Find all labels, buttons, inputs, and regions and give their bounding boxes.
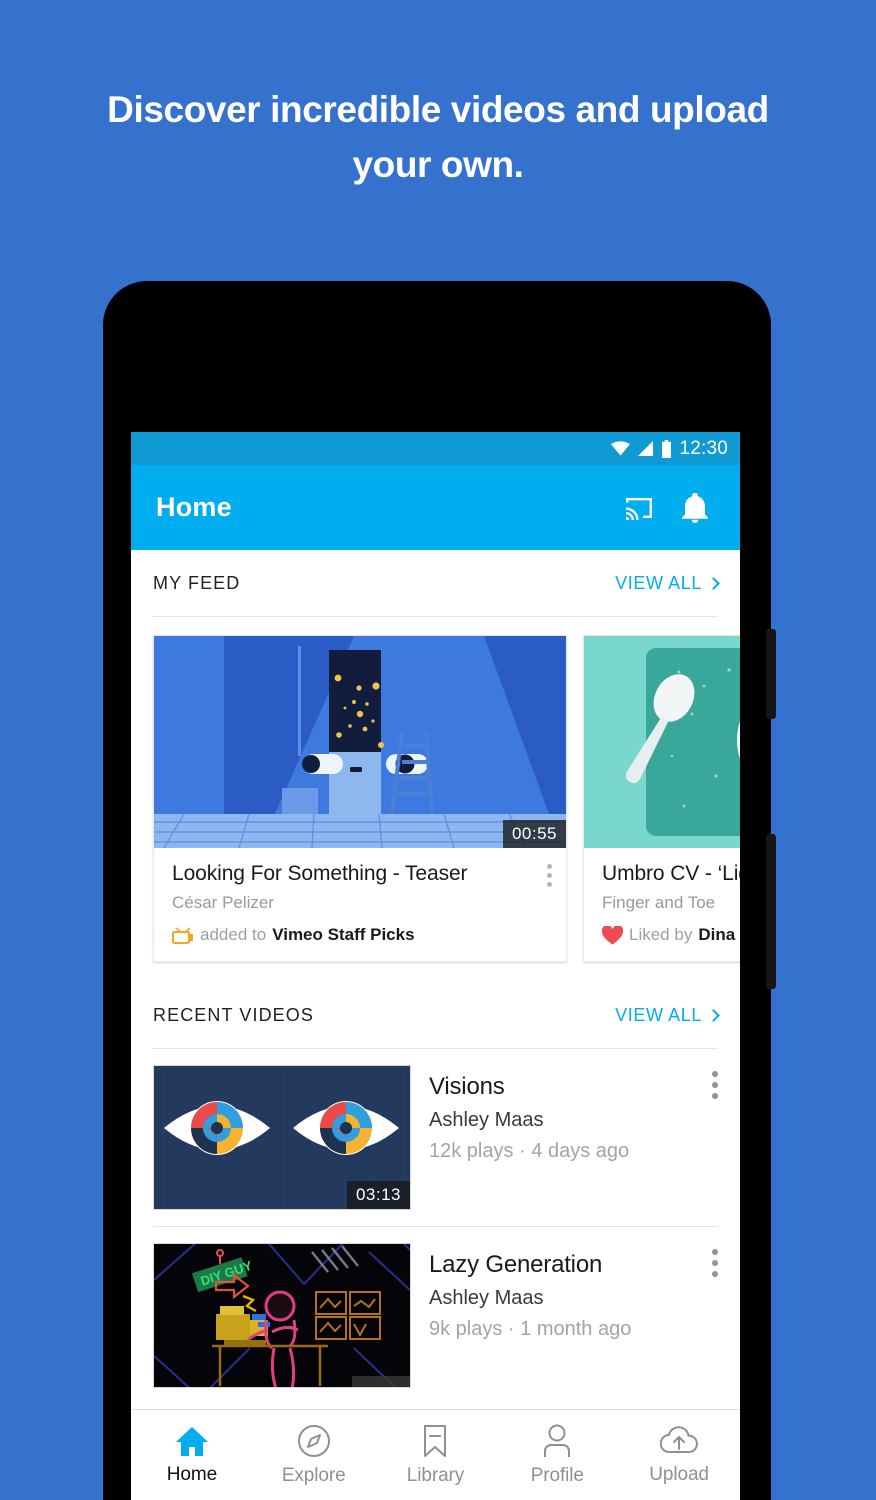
nav-label-home: Home [166,1463,218,1485]
view-all-recent-videos-button[interactable]: VIEW ALL [615,1004,720,1026]
status-bar-time: 12:30 [679,437,728,459]
nav-label-profile: Profile [530,1464,584,1486]
feed-card-meta: Looking For Something - Teaser César Pel… [154,848,566,961]
video-duration-badge: 03:13 [346,1181,410,1209]
video-thumbnail[interactable]: 00:55 [154,636,566,848]
phone-screen: 12:30 Home MY FEED VIEW ALL 00:55 Lookin… [131,432,740,1500]
phone-side-button-power [766,834,776,989]
phone-side-button-volume [766,629,776,719]
cast-icon[interactable] [616,485,662,531]
video-thumbnail[interactable] [584,636,740,848]
view-all-recent-videos-label: VIEW ALL [615,1004,702,1025]
nav-label-library: Library [406,1464,465,1486]
thumbnail-artwork-spoon-plate [584,636,740,848]
recent-video-row[interactable]: DIY GUY Lazy Generation Ashley Maas 9k p… [131,1227,740,1404]
battery-icon [662,439,672,458]
video-duration-badge: 00:55 [502,820,566,848]
section-header-recent-videos: RECENT VIDEOS VIEW ALL [131,982,740,1048]
bottom-navigation: Home Explore Library Profile Upload [131,1409,740,1500]
feed-card-author: Finger and Toe [602,893,716,912]
feed-card-meta: Umbro CV - ‘Lig Finger and Toe Liked by … [584,848,740,961]
app-bar-title: Home [156,492,232,522]
feed-card[interactable]: 00:55 Looking For Something - Teaser Cés… [153,635,567,962]
compass-icon [297,1424,330,1457]
recent-video-stats: 9k plays · 1 month ago [429,1318,632,1340]
feed-card-note-prefix: Liked by [629,925,693,944]
feed-card-note: added to Vimeo Staff Picks [172,925,550,945]
heart-icon [602,925,623,944]
recent-video-title: Lazy Generation [429,1251,603,1278]
person-icon [544,1424,571,1457]
nav-item-library[interactable]: Library [375,1410,497,1500]
section-header-my-feed: MY FEED VIEW ALL [131,550,740,616]
tv-icon [172,927,193,944]
thumbnail-artwork-neon-desk: DIY GUY [154,1244,410,1387]
wifi-icon [611,441,631,456]
feed-card[interactable]: Umbro CV - ‘Lig Finger and Toe Liked by … [583,635,740,962]
video-thumbnail[interactable]: 03:13 [153,1065,411,1210]
cloud-upload-icon [660,1425,698,1453]
recent-video-author: Ashley Maas [429,1109,544,1131]
section-title-my-feed: MY FEED [153,572,241,593]
chevron-right-icon [707,1008,720,1022]
view-all-my-feed-button[interactable]: VIEW ALL [615,572,720,594]
recent-video-row[interactable]: 03:13 Visions Ashley Maas 12k plays · 4 … [131,1049,740,1226]
view-all-my-feed-label: VIEW ALL [615,572,702,593]
feed-card-title: Looking For Something - Teaser [172,862,468,885]
recent-video-stats: 12k plays · 4 days ago [429,1140,630,1162]
feed-card-note-highlight: Vimeo Staff Picks [272,925,415,944]
feed-card-note-highlight: Dina s [698,925,740,944]
section-title-recent-videos: RECENT VIDEOS [153,1004,314,1025]
kebab-menu-icon[interactable] [712,1071,718,1099]
bell-icon[interactable] [672,485,718,531]
promo-headline: Discover incredible videos and upload yo… [107,89,769,185]
nav-item-upload[interactable]: Upload [618,1410,740,1500]
kebab-menu-icon[interactable] [547,864,552,887]
thumbnail-artwork-room [154,636,566,848]
recent-video-info: Visions Ashley Maas 12k plays · 4 days a… [411,1065,718,1163]
bookmark-icon [424,1424,447,1457]
nav-item-explore[interactable]: Explore [253,1410,375,1500]
nav-item-home[interactable]: Home [131,1410,253,1500]
feed-card-title: Umbro CV - ‘Lig [602,862,740,885]
feed-card-note: Liked by Dina s [602,925,740,945]
kebab-menu-icon[interactable] [712,1249,718,1277]
signal-icon [638,441,654,456]
nav-label-explore: Explore [281,1464,346,1486]
recent-video-info: Lazy Generation Ashley Maas 9k plays · 1… [411,1243,718,1341]
chevron-right-icon [707,576,720,590]
status-bar: 12:30 [131,432,740,465]
video-thumbnail[interactable]: DIY GUY [153,1243,411,1388]
recent-video-author: Ashley Maas [429,1287,544,1309]
nav-label-upload: Upload [649,1463,709,1485]
home-icon [175,1426,208,1456]
feed-card-note-prefix: added to [200,925,267,944]
feed-card-author: César Pelizer [172,893,275,912]
app-bar: Home [131,465,740,550]
nav-item-profile[interactable]: Profile [496,1410,618,1500]
my-feed-card-list[interactable]: 00:55 Looking For Something - Teaser Cés… [131,617,740,982]
recent-video-title: Visions [429,1073,505,1100]
